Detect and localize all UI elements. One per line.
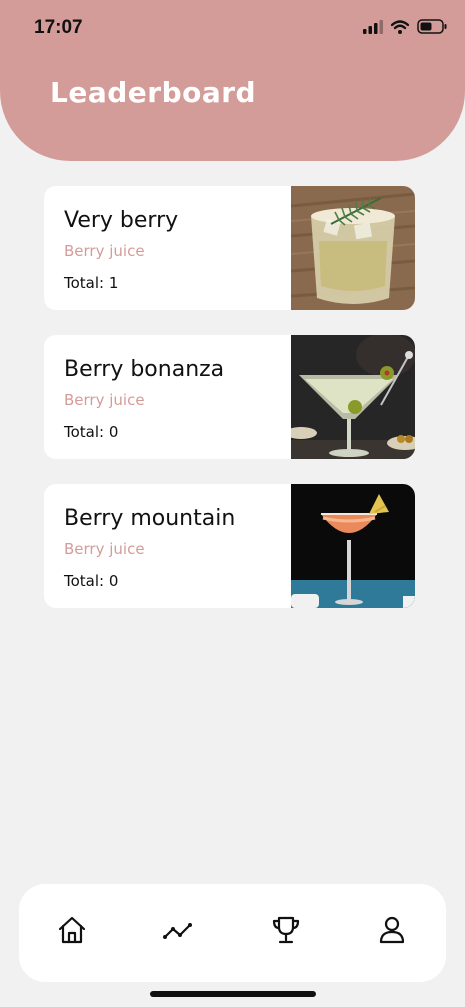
card-total: Total: 1 [64, 274, 119, 292]
card-total: Total: 0 [64, 572, 119, 590]
martini-olives-photo [291, 335, 415, 459]
leaderboard-card[interactable]: Berry bonanza Berry juice Total: 0 [44, 335, 415, 459]
card-name: Berry bonanza [64, 357, 225, 382]
stats-icon [162, 914, 194, 950]
wifi-icon [390, 19, 410, 38]
cocktail-rosemary-photo [291, 186, 415, 310]
status-icons [363, 19, 447, 38]
card-total: Total: 0 [64, 423, 119, 441]
card-name: Berry mountain [64, 506, 236, 531]
profile-icon [376, 914, 408, 950]
orange-coupe-cocktail-photo [291, 484, 415, 608]
trophy-icon [270, 914, 302, 950]
card-name: Very berry [64, 208, 179, 233]
tab-leaderboard[interactable] [268, 914, 304, 950]
tab-stats[interactable] [160, 914, 196, 950]
card-subtitle: Berry juice [64, 540, 145, 558]
home-icon [56, 914, 88, 950]
header: 17:07 Leaderboard [0, 0, 465, 161]
card-subtitle: Berry juice [64, 242, 145, 260]
tab-profile[interactable] [374, 914, 410, 950]
home-indicator [150, 991, 316, 997]
leaderboard-card[interactable]: Very berry Berry juice Total: 1 [44, 186, 415, 310]
tab-home[interactable] [54, 914, 90, 950]
cellular-signal-icon [363, 19, 383, 38]
battery-icon [417, 19, 447, 38]
card-subtitle: Berry juice [64, 391, 145, 409]
leaderboard-card[interactable]: Berry mountain Berry juice Total: 0 [44, 484, 415, 608]
status-time: 17:07 [34, 17, 83, 38]
page-title: Leaderboard [50, 76, 257, 109]
tab-bar [19, 884, 446, 982]
